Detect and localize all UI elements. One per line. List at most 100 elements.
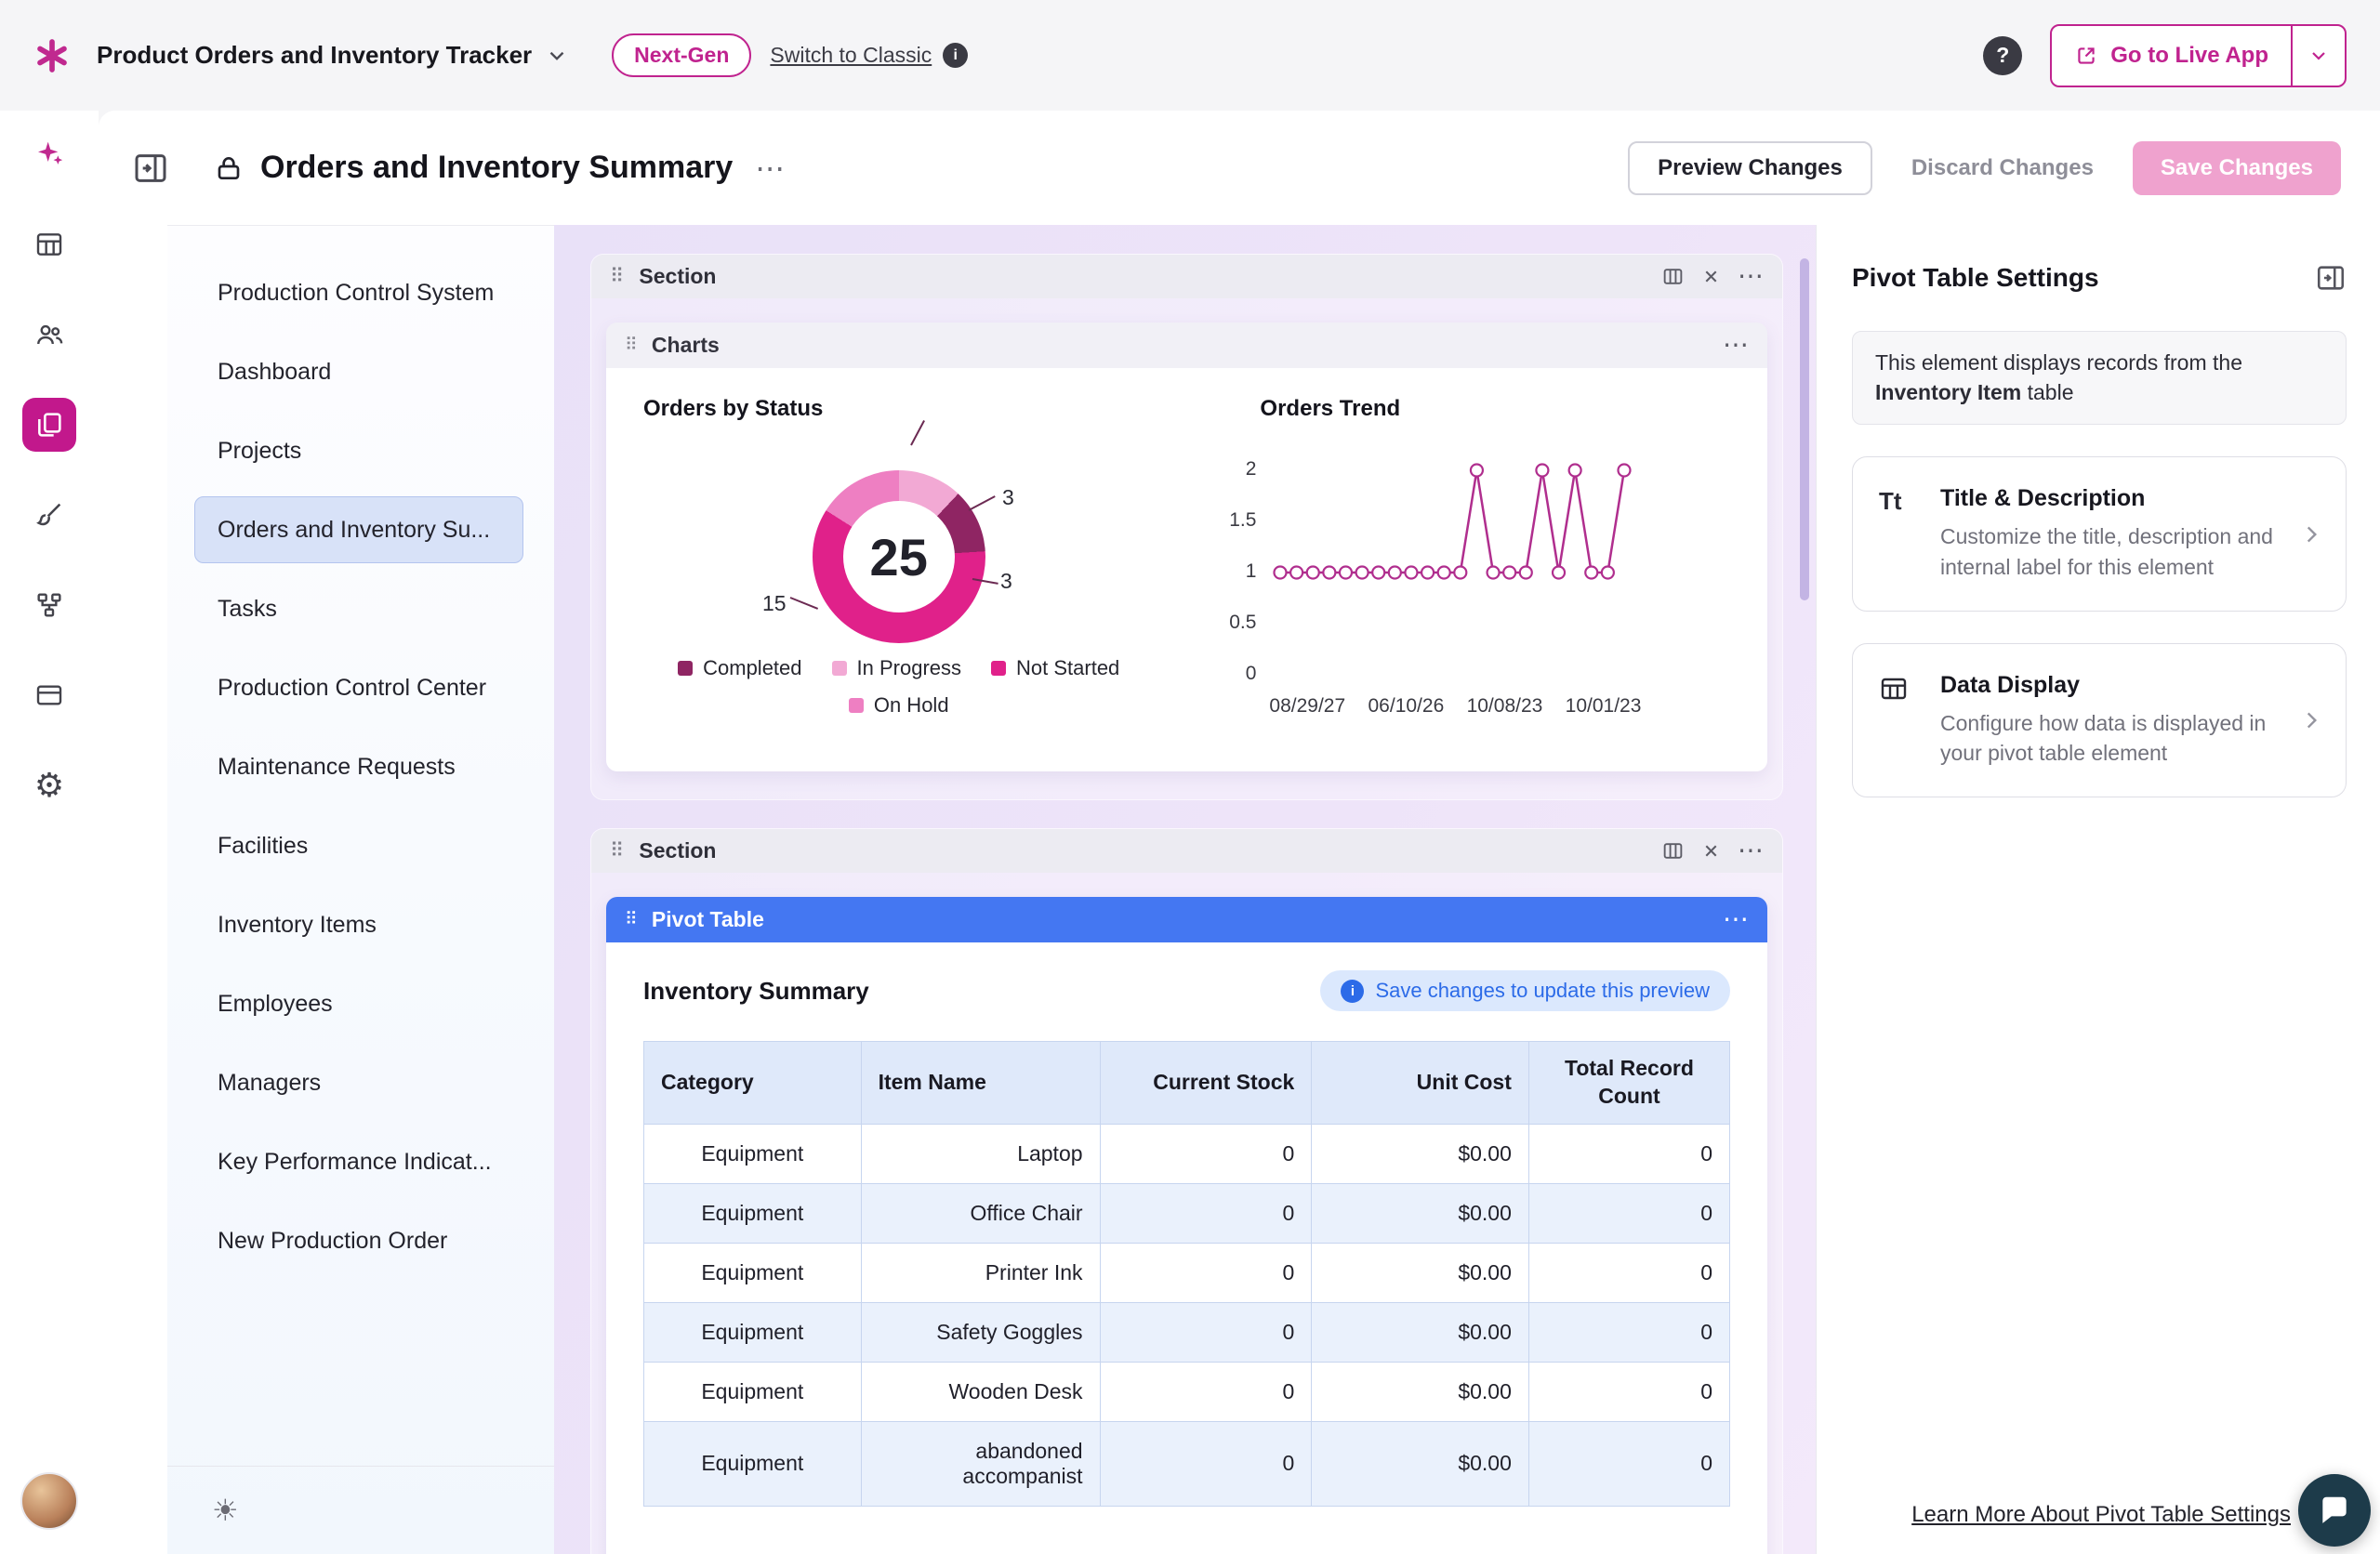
chevron-down-icon[interactable] bbox=[545, 44, 569, 68]
save-changes-button[interactable]: Save Changes bbox=[2133, 141, 2341, 195]
table-cell: Equipment bbox=[644, 1183, 862, 1243]
switch-to-classic-link[interactable]: Switch to Classic bbox=[770, 43, 932, 68]
element-label: Charts bbox=[652, 333, 720, 358]
nav-item[interactable]: Key Performance Indicat... bbox=[194, 1128, 523, 1195]
columns-icon[interactable] bbox=[1661, 265, 1685, 288]
go-to-live-app-button[interactable]: Go to Live App bbox=[2050, 24, 2347, 87]
billing-card-icon[interactable] bbox=[22, 668, 76, 722]
data-display-card[interactable]: Data Display Configure how data is displ… bbox=[1852, 643, 2347, 797]
chat-button[interactable] bbox=[2298, 1474, 2371, 1547]
element-source-info: This element displays records from the I… bbox=[1852, 331, 2347, 425]
slice-callout: 3 bbox=[1000, 569, 1012, 594]
lock-icon bbox=[214, 153, 244, 183]
legend-swatch bbox=[678, 661, 693, 676]
x-tick-label: 08/29/27 bbox=[1269, 695, 1345, 718]
chevron-right-icon bbox=[2299, 705, 2323, 736]
settings-title: Pivot Table Settings bbox=[1852, 263, 2099, 293]
theme-brush-icon[interactable] bbox=[22, 488, 76, 542]
data-grid-icon[interactable] bbox=[22, 217, 76, 271]
table-cell: Equipment bbox=[644, 1362, 862, 1421]
column-header: Unit Cost bbox=[1312, 1042, 1529, 1125]
table-cell: 0 bbox=[1100, 1362, 1312, 1421]
nav-item[interactable]: Tasks bbox=[194, 575, 523, 642]
topbar: Product Orders and Inventory Tracker Nex… bbox=[0, 0, 2380, 111]
user-avatar[interactable] bbox=[20, 1472, 78, 1530]
table-icon bbox=[1879, 672, 1922, 769]
section-menu-ellipsis[interactable]: ⋯ bbox=[1738, 269, 1764, 284]
nav-item[interactable]: Production Control Center bbox=[194, 654, 523, 721]
page-menu-ellipsis[interactable]: ⋯ bbox=[755, 161, 785, 176]
nav-item[interactable]: Employees bbox=[194, 970, 523, 1037]
card-description: Configure how data is displayed in your … bbox=[1940, 708, 2286, 769]
column-header: Category bbox=[644, 1042, 862, 1125]
nav-item[interactable]: Dashboard bbox=[194, 338, 523, 405]
plot-area bbox=[1269, 461, 1641, 684]
table-cell: 0 bbox=[1100, 1302, 1312, 1362]
info-icon[interactable]: i bbox=[943, 43, 968, 68]
preview-notice-label: Save changes to update this preview bbox=[1375, 979, 1710, 1003]
page-header: Orders and Inventory Summary ⋯ Preview C… bbox=[99, 111, 2380, 225]
discard-changes-button[interactable]: Discard Changes bbox=[1906, 154, 2099, 182]
table-row: Equipmentabandoned accompanist0$0.000 bbox=[644, 1421, 1730, 1506]
table-row: EquipmentPrinter Ink0$0.000 bbox=[644, 1243, 1730, 1302]
nav-item[interactable]: New Production Order bbox=[194, 1207, 523, 1274]
pages-icon[interactable] bbox=[22, 398, 76, 452]
nav-item[interactable]: Orders and Inventory Su... bbox=[194, 496, 523, 563]
learn-more-link[interactable]: Learn More About Pivot Table Settings bbox=[1911, 1502, 2291, 1528]
donut-ring: 25 bbox=[813, 470, 985, 643]
theme-sun-icon[interactable]: ☀ bbox=[212, 1493, 239, 1528]
info-icon: i bbox=[1341, 980, 1364, 1003]
table-cell: 0 bbox=[1100, 1243, 1312, 1302]
canvas-scrollbar[interactable] bbox=[1800, 258, 1809, 600]
next-gen-badge: Next-Gen bbox=[612, 33, 751, 77]
go-to-live-app-label: Go to Live App bbox=[2110, 43, 2268, 69]
table-cell: 0 bbox=[1528, 1362, 1729, 1421]
table-cell: abandoned accompanist bbox=[861, 1421, 1100, 1506]
charts-element[interactable]: ⠿ Charts ⋯ Orders by Status bbox=[606, 323, 1767, 771]
panel-collapse-icon[interactable] bbox=[2315, 262, 2347, 294]
nav-item[interactable]: Production Control System bbox=[194, 259, 523, 326]
section-menu-ellipsis[interactable]: ⋯ bbox=[1738, 843, 1764, 859]
nav-item[interactable]: Maintenance Requests bbox=[194, 733, 523, 800]
drag-handle-icon[interactable]: ⠿ bbox=[625, 336, 638, 354]
table-cell: Equipment bbox=[644, 1243, 862, 1302]
drag-handle-icon[interactable]: ⠿ bbox=[610, 841, 624, 861]
members-icon[interactable] bbox=[22, 308, 76, 362]
preview-changes-button[interactable]: Preview Changes bbox=[1628, 141, 1872, 195]
automation-flow-icon[interactable] bbox=[22, 578, 76, 632]
nav-item[interactable]: Inventory Items bbox=[194, 891, 523, 958]
settings-gear-icon[interactable]: ⚙ bbox=[22, 758, 76, 812]
table-cell: Safety Goggles bbox=[861, 1302, 1100, 1362]
column-header: Current Stock bbox=[1100, 1042, 1312, 1125]
table-row: EquipmentWooden Desk0$0.000 bbox=[644, 1362, 1730, 1421]
drag-handle-icon[interactable]: ⠿ bbox=[625, 911, 638, 928]
chart-title: Orders Trend bbox=[1208, 396, 1730, 422]
legend-swatch bbox=[849, 698, 864, 713]
table-cell: 0 bbox=[1528, 1183, 1729, 1243]
collapse-icon[interactable] bbox=[1699, 839, 1723, 863]
nav-item[interactable]: Facilities bbox=[194, 812, 523, 879]
element-menu-ellipsis[interactable]: ⋯ bbox=[1723, 912, 1749, 928]
legend-item: Not Started bbox=[991, 656, 1119, 680]
section-pivot: ⠿ Section ⋯ ⠿ Pivot Table bbox=[590, 828, 1783, 1554]
legend-swatch bbox=[832, 661, 847, 676]
section-charts: ⠿ Section ⋯ ⠿ Charts bbox=[590, 254, 1783, 800]
table-cell: 0 bbox=[1100, 1421, 1312, 1506]
app-rail: ⚙ bbox=[0, 111, 99, 1554]
table-cell: Office Chair bbox=[861, 1183, 1100, 1243]
sidebar-toggle-icon[interactable] bbox=[132, 150, 169, 187]
live-app-dropdown[interactable] bbox=[2291, 26, 2345, 86]
ai-sparkles-icon[interactable] bbox=[22, 127, 76, 181]
table-row: EquipmentOffice Chair0$0.000 bbox=[644, 1183, 1730, 1243]
pivot-table-element[interactable]: ⠿ Pivot Table ⋯ Inventory Summary i Save… bbox=[606, 897, 1767, 1554]
table-cell: 0 bbox=[1100, 1183, 1312, 1243]
drag-handle-icon[interactable]: ⠿ bbox=[610, 267, 624, 286]
element-menu-ellipsis[interactable]: ⋯ bbox=[1723, 337, 1749, 353]
nav-item[interactable]: Managers bbox=[194, 1049, 523, 1116]
help-button[interactable]: ? bbox=[1983, 36, 2022, 75]
columns-icon[interactable] bbox=[1661, 839, 1685, 863]
nav-item[interactable]: Projects bbox=[194, 417, 523, 484]
collapse-icon[interactable] bbox=[1699, 265, 1723, 288]
title-description-card[interactable]: Tt Title & Description Customize the tit… bbox=[1852, 456, 2347, 611]
table-cell: 0 bbox=[1528, 1243, 1729, 1302]
